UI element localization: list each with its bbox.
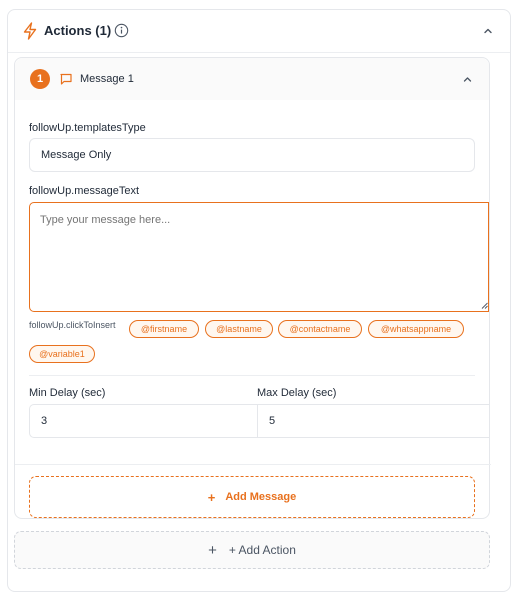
section-divider (29, 375, 475, 376)
min-delay-label: Min Delay (sec) (29, 387, 106, 399)
max-delay-input[interactable]: 5 (257, 404, 489, 438)
add-message-label: Add Message (225, 491, 297, 503)
resize-handle-icon[interactable] (481, 302, 488, 309)
variable-chip-firstname[interactable]: @firstname (129, 320, 199, 338)
variable-chip-contactname[interactable]: @contactname (278, 320, 362, 338)
variable-chip-lastname[interactable]: @lastname (205, 320, 273, 338)
max-delay-label: Max Delay (sec) (257, 387, 337, 399)
message-card: 1 Message 1 followUp.templatesType Messa… (14, 57, 491, 519)
templates-type-label: followUp.templatesType (29, 122, 146, 134)
plus-icon: + (207, 489, 216, 505)
info-icon[interactable] (114, 23, 129, 38)
add-message-button[interactable]: + Add Message (29, 476, 475, 518)
templates-type-select[interactable]: Message Only (29, 138, 475, 172)
add-action-button[interactable]: + + Add Action (14, 531, 490, 569)
click-to-insert-label: followUp.clickToInsert (29, 320, 116, 330)
plus-icon: + (208, 541, 217, 559)
chevron-up-icon[interactable] (482, 25, 494, 37)
message-card-title: Message 1 (80, 73, 134, 85)
section-divider (15, 464, 491, 465)
actions-panel-title: Actions (1) (44, 23, 112, 38)
chevron-up-icon[interactable] (462, 74, 473, 85)
message-number-badge: 1 (30, 69, 50, 89)
chat-bubble-icon (60, 73, 72, 85)
message-card-header[interactable]: 1 Message 1 (15, 58, 489, 100)
add-action-label: + Add Action (228, 543, 296, 557)
actions-panel-header[interactable]: Actions (1) (8, 10, 510, 53)
variable-chip-variable1[interactable]: @variable1 (29, 345, 95, 363)
min-delay-input[interactable]: 3 (29, 404, 257, 438)
message-text-input[interactable] (29, 202, 489, 312)
message-text-label: followUp.messageText (29, 185, 140, 197)
variable-chip-whatsappname[interactable]: @whatsappname (368, 320, 464, 338)
lightning-bolt-icon (23, 22, 37, 40)
